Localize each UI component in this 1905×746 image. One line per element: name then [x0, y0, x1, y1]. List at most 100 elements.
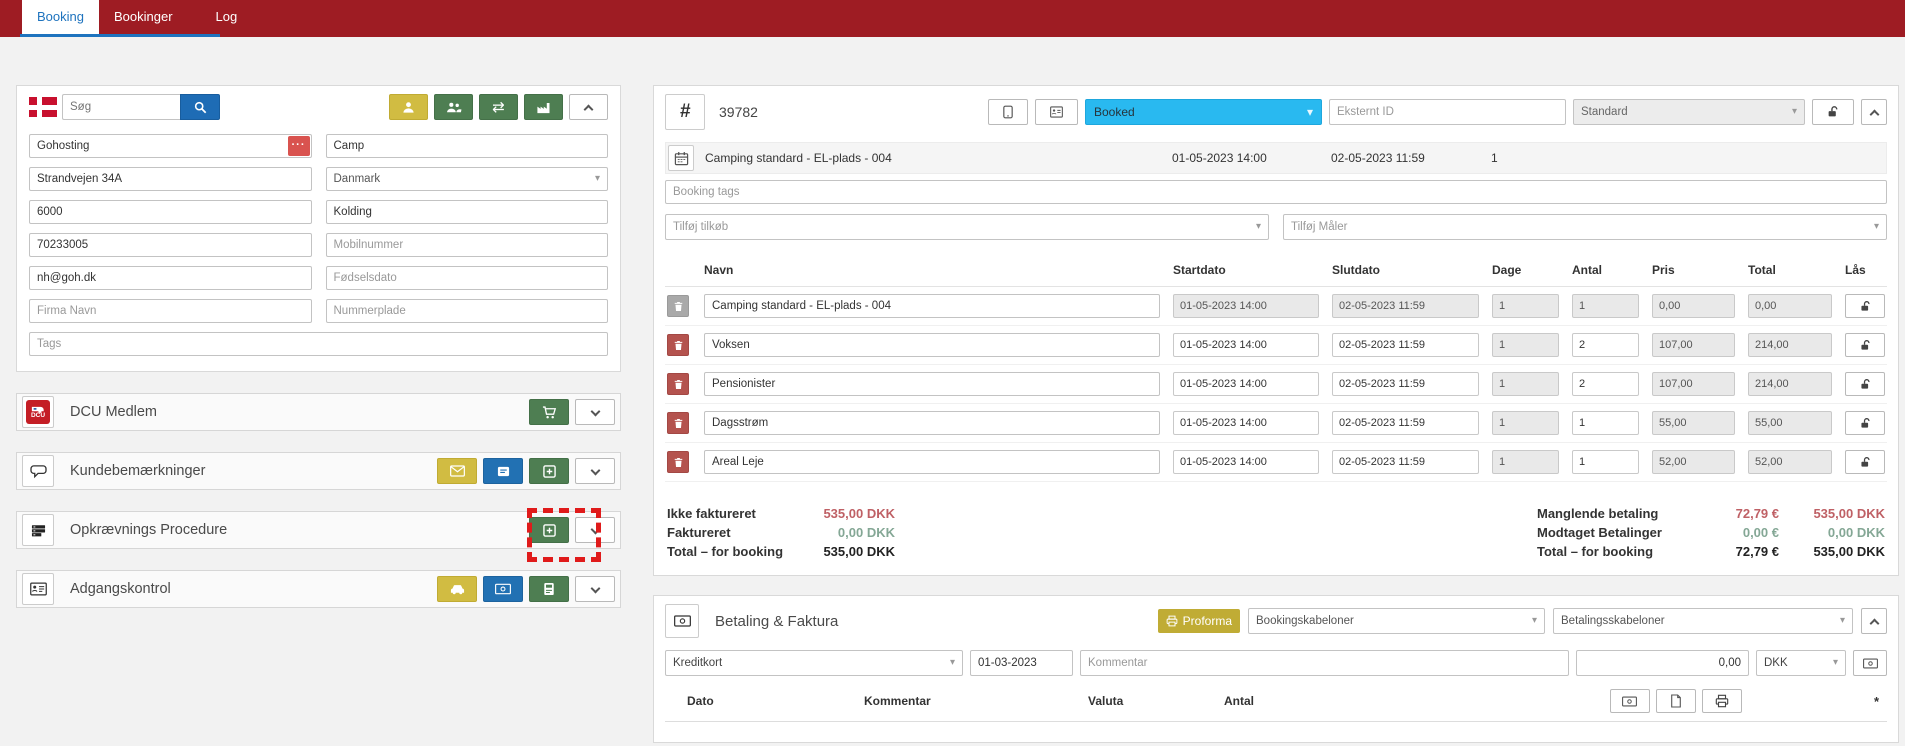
- payment-date-input[interactable]: [970, 650, 1073, 676]
- dcu-expand-button[interactable]: [575, 399, 615, 425]
- line-name-input[interactable]: [704, 372, 1160, 396]
- zip-field[interactable]: [29, 200, 312, 224]
- payments-document-button[interactable]: [1656, 689, 1696, 713]
- line-end-field[interactable]: 02-05-2023 11:59: [1332, 372, 1479, 396]
- trash-icon: [673, 457, 684, 468]
- add-procedure-button[interactable]: [529, 517, 569, 543]
- unit-start: 01-05-2023 14:00: [1172, 151, 1318, 165]
- register-payment-button[interactable]: [1853, 650, 1887, 676]
- contact-card-button[interactable]: [1035, 99, 1078, 125]
- line-name-input[interactable]: [704, 333, 1160, 357]
- line-start-field[interactable]: 01-05-2023 14:00: [1173, 333, 1319, 357]
- delete-row-button[interactable]: [667, 334, 689, 356]
- payment-method-select[interactable]: Kreditkort ▾: [665, 650, 963, 676]
- total-label: Faktureret: [667, 523, 805, 542]
- tab-log[interactable]: Log: [201, 0, 253, 34]
- add-note-button[interactable]: [529, 458, 569, 484]
- swap-button[interactable]: ⇄: [479, 94, 518, 120]
- payment-templates-select[interactable]: Betalingsskabeloner ▾: [1553, 608, 1853, 634]
- dcu-cart-button[interactable]: [529, 399, 569, 425]
- plate-field[interactable]: [326, 299, 609, 323]
- delete-row-button[interactable]: [667, 373, 689, 395]
- payment-collapse-button[interactable]: [1861, 608, 1887, 634]
- line-qty-field[interactable]: 1: [1572, 450, 1639, 474]
- line-end-field[interactable]: 02-05-2023 11:59: [1332, 333, 1479, 357]
- line-start-field[interactable]: 01-05-2023 14:00: [1173, 450, 1319, 474]
- line-qty-field[interactable]: 2: [1572, 372, 1639, 396]
- line-qty-field[interactable]: 2: [1572, 333, 1639, 357]
- delete-row-button[interactable]: [667, 412, 689, 434]
- booking-collapse-button[interactable]: [1861, 99, 1887, 125]
- delete-row-button[interactable]: [667, 451, 689, 473]
- tab-booking[interactable]: Booking: [22, 0, 99, 34]
- search-button[interactable]: [180, 94, 220, 120]
- caret-down-icon: ▾: [950, 658, 955, 668]
- line-total-field: 214,00: [1748, 372, 1832, 396]
- mobile-button[interactable]: [988, 99, 1028, 125]
- payment-amount-input[interactable]: [1576, 650, 1749, 676]
- customer-tags-field[interactable]: [29, 332, 608, 356]
- unlock-icon: [1859, 339, 1872, 352]
- add-addon-select[interactable]: Tilføj tilkøb ▾: [665, 214, 1269, 240]
- line-name-input[interactable]: [704, 294, 1160, 318]
- booking-templates-select[interactable]: Bookingskabeloner ▾: [1248, 608, 1545, 634]
- calendar-icon[interactable]: [668, 145, 694, 171]
- address-field[interactable]: [29, 167, 312, 191]
- company-name-field[interactable]: [29, 299, 312, 323]
- col-antal: Antal: [1224, 694, 1254, 708]
- currency-select[interactable]: DKK ▾: [1756, 650, 1846, 676]
- line-end-field[interactable]: 02-05-2023 11:59: [1332, 411, 1479, 435]
- group-button[interactable]: [434, 94, 473, 120]
- birthdate-field[interactable]: [326, 266, 609, 290]
- access-expand-button[interactable]: [575, 576, 615, 602]
- line-name-input[interactable]: [704, 411, 1160, 435]
- total-dkk: 0,00 DKK: [1779, 523, 1885, 542]
- booking-lock-button[interactable]: [1812, 99, 1854, 125]
- search-input[interactable]: [62, 94, 180, 120]
- city-field[interactable]: [326, 200, 609, 224]
- company-button[interactable]: [524, 94, 563, 120]
- vehicle-access-button[interactable]: [437, 576, 477, 602]
- line-lock-button[interactable]: [1845, 450, 1885, 474]
- line-lock-button[interactable]: [1845, 372, 1885, 396]
- add-meter-select[interactable]: Tilføj Måler ▾: [1283, 214, 1887, 240]
- proforma-label: Proforma: [1183, 614, 1232, 628]
- chevron-down-icon: [590, 406, 600, 416]
- email-field[interactable]: [29, 266, 312, 290]
- country-select[interactable]: Danmark▾: [326, 167, 609, 191]
- procedure-expand-button[interactable]: [575, 517, 615, 543]
- notes-button[interactable]: [483, 458, 523, 484]
- template-select[interactable]: Standard ▾: [1573, 99, 1805, 125]
- payment-comment-input[interactable]: [1080, 650, 1569, 676]
- booking-tags-input[interactable]: [665, 180, 1887, 204]
- line-end-field[interactable]: 02-05-2023 11:59: [1332, 450, 1479, 474]
- line-lock-button[interactable]: [1845, 333, 1885, 357]
- access-payment-button[interactable]: [483, 576, 523, 602]
- line-qty-field[interactable]: 1: [1572, 411, 1639, 435]
- customer-person-button[interactable]: [389, 94, 428, 120]
- caret-down-icon: ▾: [595, 174, 600, 184]
- line-lock-button[interactable]: [1845, 294, 1885, 318]
- customer-name-field[interactable]: [29, 134, 312, 158]
- customer-lookup-button[interactable]: ···: [288, 136, 310, 156]
- phone-field[interactable]: [29, 233, 312, 257]
- card-terminal-button[interactable]: [529, 576, 569, 602]
- line-price-field: 55,00: [1652, 411, 1735, 435]
- line-lock-button[interactable]: [1845, 411, 1885, 435]
- mobile-field[interactable]: [326, 233, 609, 257]
- line-start-field[interactable]: 01-05-2023 14:00: [1173, 372, 1319, 396]
- tab-bookinger[interactable]: Bookinger: [99, 0, 188, 34]
- external-id-input[interactable]: [1329, 99, 1566, 125]
- send-mail-button[interactable]: [437, 458, 477, 484]
- booking-status-select[interactable]: Booked ▾: [1085, 99, 1322, 125]
- delete-row-button[interactable]: [667, 295, 689, 317]
- line-price-field: 107,00: [1652, 372, 1735, 396]
- customer-type-field[interactable]: [326, 134, 609, 158]
- notes-expand-button[interactable]: [575, 458, 615, 484]
- payments-money-button[interactable]: [1610, 689, 1650, 713]
- line-start-field[interactable]: 01-05-2023 14:00: [1173, 411, 1319, 435]
- proforma-button[interactable]: Proforma: [1158, 609, 1240, 633]
- payments-print-button[interactable]: [1702, 689, 1742, 713]
- customer-collapse-button[interactable]: [569, 94, 608, 120]
- line-name-input[interactable]: [704, 450, 1160, 474]
